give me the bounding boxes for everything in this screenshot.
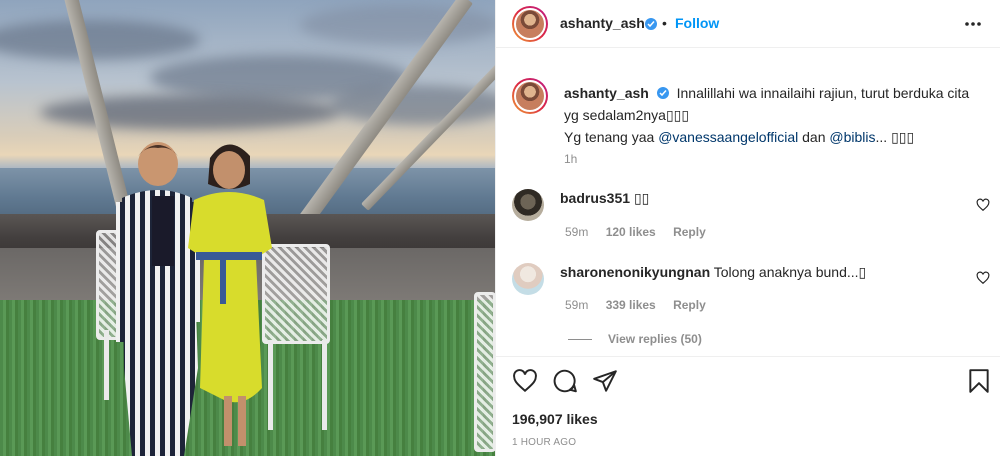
- mention-link[interactable]: @biblis: [829, 129, 875, 145]
- comment-time[interactable]: 59m: [565, 298, 588, 312]
- view-replies-button[interactable]: View replies (50): [568, 332, 702, 346]
- comment-username[interactable]: badrus351: [560, 190, 630, 206]
- like-count[interactable]: 196,907 likes: [512, 411, 598, 427]
- comment-body: sharonenonikyungnan Tolong anaknya bund.…: [560, 264, 866, 281]
- comment-like-heart-icon[interactable]: [976, 198, 990, 212]
- verified-badge-icon: [656, 87, 669, 99]
- more-options-icon[interactable]: [963, 14, 983, 34]
- separator: •: [662, 15, 667, 31]
- author-avatar[interactable]: [512, 6, 548, 42]
- view-replies-label: View replies (50): [608, 332, 702, 346]
- caption-mid: dan: [798, 129, 830, 145]
- caption-username[interactable]: ashanty_ash: [564, 85, 649, 101]
- comment-text: ▯▯: [633, 190, 650, 206]
- comment-text: Tolong anaknya bund...▯: [713, 264, 867, 280]
- replies-divider-line: [568, 339, 592, 341]
- comment-time[interactable]: 59m: [565, 225, 588, 239]
- reply-button[interactable]: Reply: [673, 298, 706, 312]
- comment-icon[interactable]: [552, 368, 578, 394]
- commenter-avatar[interactable]: [512, 263, 544, 295]
- comment-likes[interactable]: 339 likes: [606, 298, 656, 312]
- comment-like-heart-icon[interactable]: [976, 271, 990, 285]
- comment-meta: 59m 120 likes Reply: [565, 225, 720, 239]
- caption-tail: ...: [875, 129, 892, 145]
- chair-leg: [322, 340, 327, 430]
- mention-link[interactable]: @vanessaangelofficial: [658, 129, 798, 145]
- comment-meta: 59m 339 likes Reply: [565, 298, 720, 312]
- person-yellow-dress: [188, 144, 272, 446]
- verified-badge-icon: [645, 18, 657, 30]
- caption-line2-prefix: Yg tenang yaa: [564, 129, 659, 145]
- commenter-avatar[interactable]: [512, 189, 544, 221]
- caption-avatar[interactable]: [512, 78, 548, 114]
- follow-button[interactable]: Follow: [675, 15, 719, 31]
- bookmark-icon[interactable]: [966, 368, 992, 394]
- post-photo[interactable]: [0, 0, 495, 456]
- caption-time[interactable]: 1h: [564, 152, 577, 166]
- share-icon[interactable]: [592, 368, 618, 394]
- comment-body: badrus351 ▯▯: [560, 190, 649, 207]
- caption: ashanty_ash Innalillahi wa innailaihi ra…: [564, 82, 984, 148]
- comment-username[interactable]: sharonenonikyungnan: [560, 264, 710, 280]
- post-timestamp[interactable]: 1 HOUR AGO: [512, 437, 576, 448]
- cloud: [0, 20, 200, 60]
- caption-emoji: ▯▯▯: [665, 107, 690, 123]
- heart-icon[interactable]: [512, 368, 538, 394]
- post-actions: 196,907 likes 1 HOUR AGO: [496, 356, 1000, 456]
- bar-chair: [474, 292, 495, 452]
- comment-likes[interactable]: 120 likes: [606, 225, 656, 239]
- caption-emoji: ▯▯▯: [891, 129, 915, 145]
- cloud: [40, 95, 340, 130]
- post-header: ashanty_ash • Follow: [496, 0, 1000, 48]
- reply-button[interactable]: Reply: [673, 225, 706, 239]
- author-username[interactable]: ashanty_ash: [560, 15, 645, 31]
- post-sidebar: ashanty_ash • Follow ashanty_ash Innalil…: [495, 0, 1000, 456]
